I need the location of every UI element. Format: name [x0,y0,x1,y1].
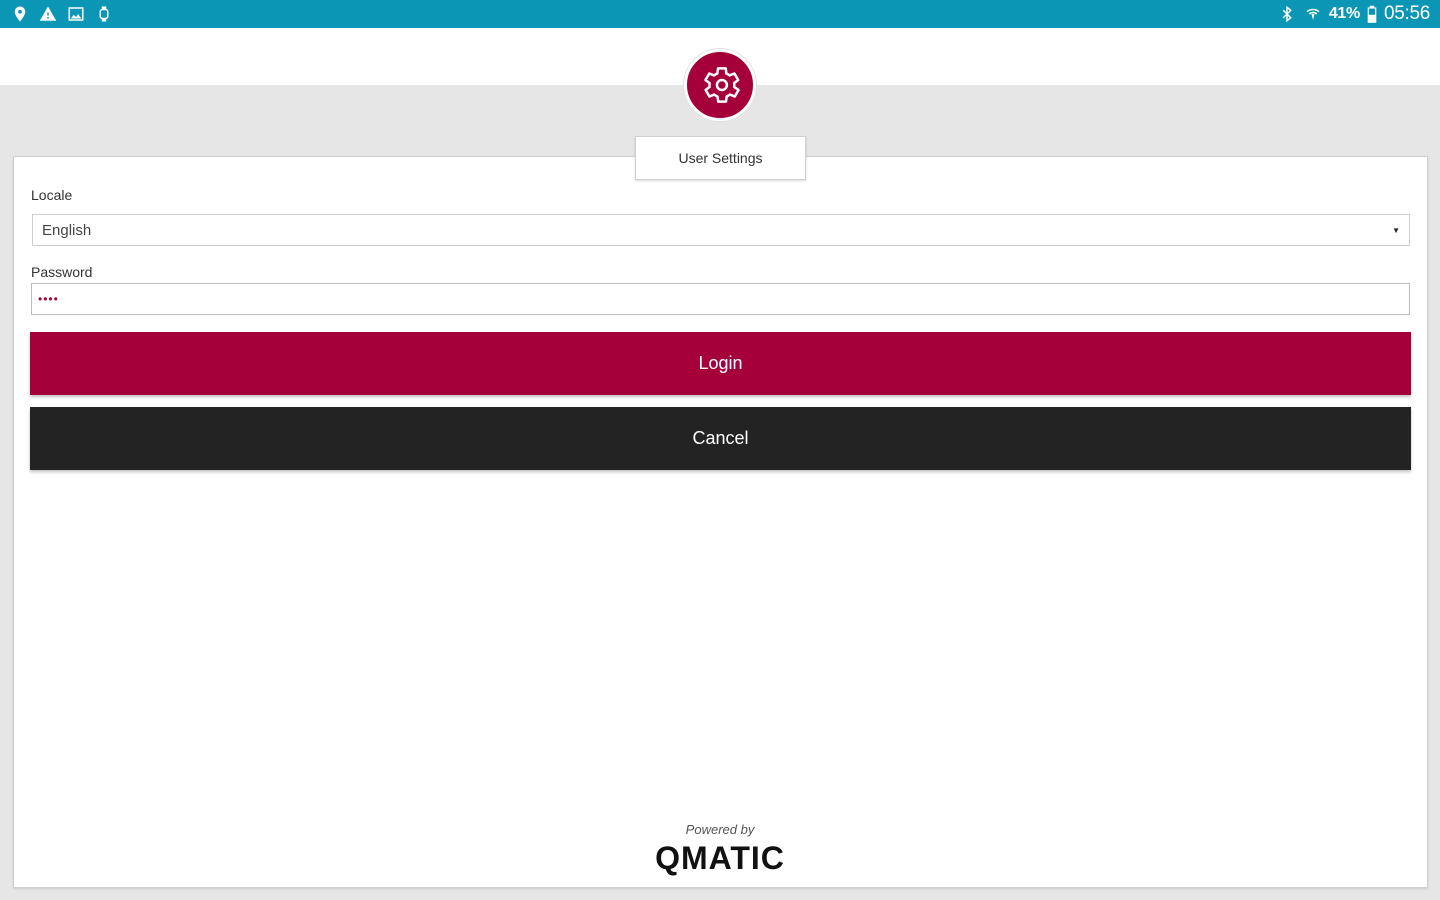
image-icon [66,4,86,24]
cancel-button[interactable]: Cancel [30,407,1411,470]
locale-label: Locale [31,187,73,203]
settings-card [13,156,1428,888]
battery-percent: 41% [1328,5,1360,22]
status-right-icons: 41% 05:56 [1277,3,1430,25]
status-left-icons [10,4,114,24]
location-icon [10,4,30,24]
chevron-down-icon: ▼ [1392,225,1400,235]
locale-select[interactable]: English ▼ [32,214,1410,246]
watch-icon [94,4,114,24]
powered-by-text: Powered by [685,822,755,837]
wifi-icon [1303,4,1323,24]
gear-icon [697,62,743,108]
locale-selected-value: English [42,221,92,239]
status-bar: 41% 05:56 [0,0,1440,28]
dialog-title: User Settings [635,136,806,180]
settings-badge [684,49,756,121]
bluetooth-icon [1277,4,1297,24]
password-field[interactable] [31,283,1410,315]
brand-logo: QMATIC [655,840,785,876]
password-label: Password [31,264,93,280]
warning-icon [38,4,58,24]
status-time: 05:56 [1383,3,1430,24]
login-button[interactable]: Login [30,332,1411,395]
battery-icon [1366,4,1378,24]
